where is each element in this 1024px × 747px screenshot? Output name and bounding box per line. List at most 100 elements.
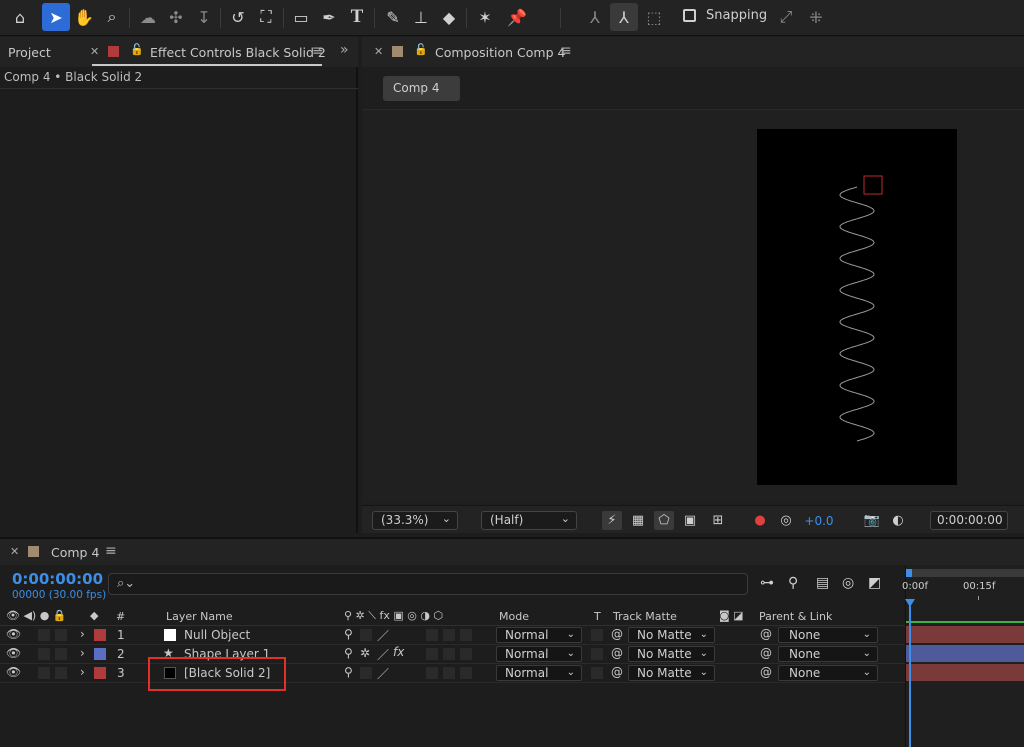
matte-pickwhip-icon[interactable]: @ bbox=[611, 665, 623, 679]
motion-blur-icon[interactable]: ◎ bbox=[842, 575, 854, 591]
layer-search-input[interactable]: ⌕⌄ bbox=[108, 573, 748, 595]
adjustment-switch[interactable] bbox=[443, 629, 455, 641]
type-tool-icon[interactable]: T bbox=[343, 3, 371, 31]
panel-menu-icon[interactable]: ≡ bbox=[312, 43, 324, 59]
lock-icon[interactable]: 🔓 bbox=[414, 43, 428, 56]
tab-timeline-comp[interactable]: Comp 4 bbox=[51, 545, 99, 560]
view-axis-icon[interactable]: ⬚ bbox=[640, 3, 668, 31]
layer-name[interactable]: Null Object bbox=[184, 628, 250, 642]
current-time-field[interactable]: 0:00:00:00 bbox=[930, 511, 1008, 530]
pan-behind-icon[interactable]: ⛶ bbox=[252, 3, 280, 31]
column-parent-link[interactable]: Parent & Link bbox=[759, 610, 832, 623]
local-axis-icon[interactable]: ⅄ bbox=[581, 3, 609, 31]
rotation-tool-icon[interactable]: ↺ bbox=[224, 3, 252, 31]
collapse-switch-icon[interactable]: ✲ bbox=[360, 646, 370, 660]
close-icon[interactable]: ✕ bbox=[374, 45, 383, 58]
motion-blur-switch[interactable] bbox=[426, 629, 438, 641]
shy-layers-icon[interactable]: ⚲ bbox=[788, 575, 798, 591]
parent-dropdown[interactable]: None ⌄ bbox=[778, 665, 878, 681]
parent-dropdown[interactable]: None ⌄ bbox=[778, 646, 878, 662]
lock-switch[interactable] bbox=[55, 629, 67, 641]
dolly-camera-icon[interactable]: ↧ bbox=[190, 3, 218, 31]
shy-switch-icon[interactable]: ⚲ bbox=[344, 627, 353, 641]
snapping-checkbox[interactable] bbox=[683, 9, 696, 22]
solo-switch[interactable] bbox=[38, 648, 50, 660]
adjustment-switch[interactable] bbox=[443, 648, 455, 660]
parent-dropdown[interactable]: None ⌄ bbox=[778, 627, 878, 643]
chevron-right-icon[interactable]: › bbox=[80, 646, 85, 660]
layer-label-color[interactable] bbox=[94, 648, 106, 660]
grid-guides-icon[interactable]: ⊞ bbox=[708, 511, 728, 530]
track-matte-dropdown[interactable]: No Matte ⌄ bbox=[628, 646, 715, 662]
quality-switch-icon[interactable]: ／ bbox=[377, 665, 389, 682]
tab-composition[interactable]: Composition Comp 4 bbox=[435, 45, 565, 60]
chevron-double-right-icon[interactable]: » bbox=[340, 42, 349, 58]
orbit-camera-icon[interactable]: ☁ bbox=[134, 3, 162, 31]
world-axis-icon[interactable]: ⅄ bbox=[610, 3, 638, 31]
clone-stamp-icon[interactable]: ⊥ bbox=[407, 3, 435, 31]
home-icon[interactable]: ⌂ bbox=[6, 3, 34, 31]
3d-switch[interactable] bbox=[460, 648, 472, 660]
3d-switch[interactable] bbox=[460, 667, 472, 679]
tab-project[interactable]: Project bbox=[8, 45, 51, 60]
column-mode[interactable]: Mode bbox=[499, 610, 529, 623]
selection-tool-icon[interactable]: ➤ bbox=[42, 3, 70, 31]
layer-row[interactable]: 👁 › 3 [Black Solid 2] ⚲ ／ Normal ⌄ @ No M… bbox=[0, 664, 905, 683]
show-snapshot-icon[interactable]: ◐ bbox=[888, 511, 908, 530]
roto-brush-icon[interactable]: ✶ bbox=[471, 3, 499, 31]
solo-switch[interactable] bbox=[38, 629, 50, 641]
puppet-pin-icon[interactable]: 📌 bbox=[503, 3, 531, 31]
lock-icon[interactable]: 🔓 bbox=[130, 43, 144, 56]
composition-flowchart-icon[interactable]: ⊶ bbox=[760, 575, 774, 591]
label-tag-icon[interactable]: ◆ bbox=[90, 609, 98, 622]
rectangle-tool-icon[interactable]: ▭ bbox=[287, 3, 315, 31]
comp-canvas[interactable] bbox=[757, 129, 957, 485]
column-hash[interactable]: # bbox=[116, 610, 125, 623]
lock-switch[interactable] bbox=[55, 667, 67, 679]
fast-previews-icon[interactable]: ⚡ bbox=[602, 511, 622, 530]
color-channels-icon[interactable]: ● bbox=[750, 511, 770, 530]
hand-tool-icon[interactable]: ✋ bbox=[70, 3, 98, 31]
fx-switch-icon[interactable]: fx bbox=[393, 645, 404, 659]
matte-pickwhip-icon[interactable]: @ bbox=[611, 646, 623, 660]
lock-switch[interactable] bbox=[55, 648, 67, 660]
work-area-bar[interactable] bbox=[906, 569, 1024, 577]
brush-tool-icon[interactable]: ✎ bbox=[379, 3, 407, 31]
color-management-icon[interactable]: ◎ bbox=[776, 511, 796, 530]
layer-row[interactable]: 👁 › 2 ★ Shape Layer 1 ⚲ ✲ ／ fx Normal ⌄ @… bbox=[0, 645, 905, 664]
resolution-dropdown[interactable]: (Half) ⌄ bbox=[481, 511, 577, 530]
column-track-matte[interactable]: Track Matte bbox=[613, 610, 677, 623]
preserve-transparency-switch[interactable] bbox=[591, 648, 603, 660]
snap-edges-icon[interactable]: ⤢ bbox=[772, 3, 800, 31]
eye-icon[interactable]: 👁 bbox=[6, 627, 21, 641]
close-icon[interactable]: ✕ bbox=[10, 545, 19, 558]
adjustment-switch[interactable] bbox=[443, 667, 455, 679]
comp-flowchart-tab[interactable]: Comp 4 bbox=[383, 76, 460, 101]
composition-viewer[interactable] bbox=[362, 109, 1024, 503]
parent-pickwhip-icon[interactable]: @ bbox=[760, 665, 772, 679]
quality-switch-icon[interactable]: ／ bbox=[377, 646, 389, 663]
close-icon[interactable]: ✕ bbox=[90, 45, 99, 58]
3d-switch[interactable] bbox=[460, 629, 472, 641]
eye-icon[interactable]: 👁 bbox=[6, 665, 21, 679]
zoom-tool-icon[interactable]: ⌕ bbox=[98, 3, 126, 31]
shy-switch-icon[interactable]: ⚲ bbox=[344, 646, 353, 660]
motion-blur-switch[interactable] bbox=[426, 667, 438, 679]
preserve-transparency-switch[interactable] bbox=[591, 667, 603, 679]
work-area-start[interactable] bbox=[906, 569, 912, 577]
mode-dropdown[interactable]: Normal ⌄ bbox=[496, 646, 582, 662]
motion-blur-switch[interactable] bbox=[426, 648, 438, 660]
null-object-bounds[interactable] bbox=[863, 175, 883, 195]
snapshot-camera-icon[interactable]: 📷 bbox=[862, 511, 882, 530]
exposure-value[interactable]: +0.0 bbox=[804, 511, 834, 530]
quality-switch-icon[interactable]: ／ bbox=[377, 627, 389, 644]
timeline-graph-area[interactable]: 0:00f 00:15f bbox=[902, 565, 1024, 747]
preserve-transparency-switch[interactable] bbox=[591, 629, 603, 641]
layer-duration-bar[interactable] bbox=[906, 645, 1024, 662]
mode-dropdown[interactable]: Normal ⌄ bbox=[496, 627, 582, 643]
pen-tool-icon[interactable]: ✒ bbox=[315, 3, 343, 31]
panel-menu-icon[interactable]: ≡ bbox=[105, 543, 117, 559]
eraser-icon[interactable]: ◆ bbox=[435, 3, 463, 31]
track-matte-dropdown[interactable]: No Matte ⌄ bbox=[628, 665, 715, 681]
layer-duration-bar[interactable] bbox=[906, 626, 1024, 643]
